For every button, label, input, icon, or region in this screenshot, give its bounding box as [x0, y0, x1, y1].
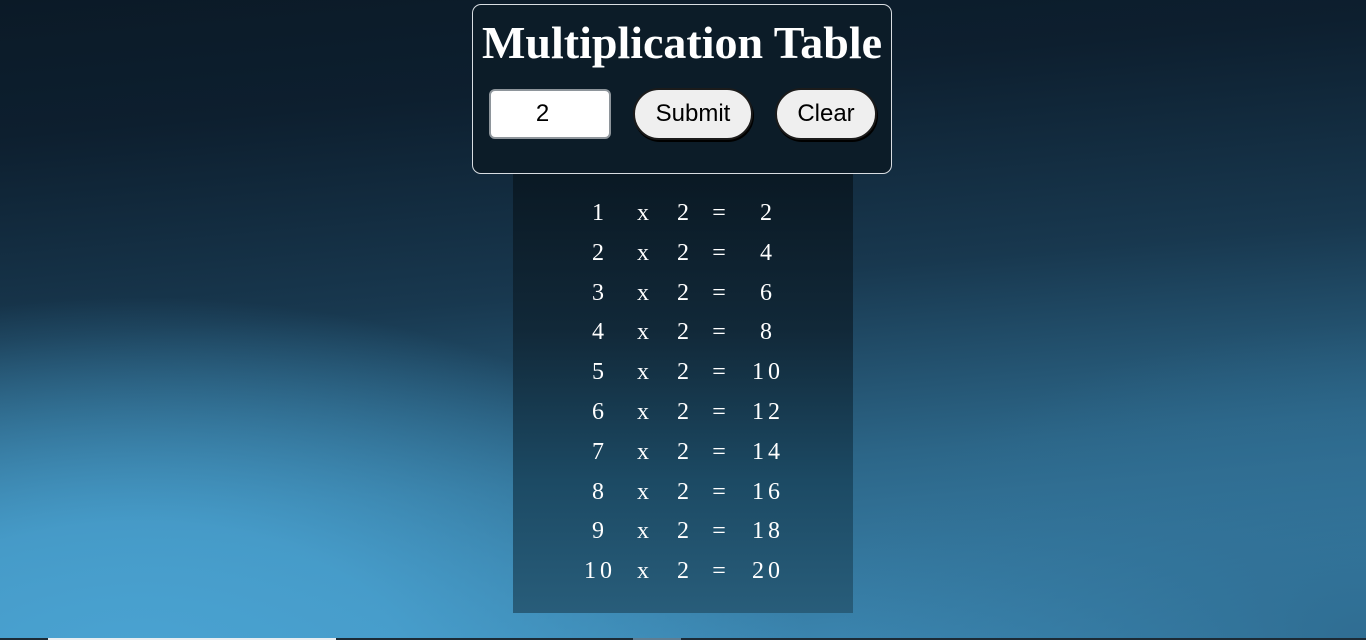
row-result: 4 [760, 239, 776, 266]
row-multiplicand: 3 [592, 279, 608, 306]
row-multiplier: 2 [677, 319, 693, 346]
equals-symbol: = [712, 438, 730, 465]
times-symbol: x [637, 200, 653, 226]
page-title: Multiplication Table [481, 17, 883, 68]
row-result: 18 [752, 518, 784, 545]
row-result: 8 [760, 319, 776, 346]
row-multiplicand: 8 [592, 478, 608, 505]
equals-symbol: = [712, 478, 730, 505]
equals-symbol: = [712, 279, 730, 306]
times-symbol: x [637, 319, 653, 346]
row-multiplicand: 7 [592, 438, 608, 465]
table-row: 7 x 2 = 14 [513, 433, 853, 473]
times-symbol: x [637, 478, 653, 505]
times-symbol: x [637, 398, 653, 425]
row-result: 20 [752, 558, 784, 585]
times-symbol: x [637, 279, 653, 306]
equals-symbol: = [712, 518, 730, 545]
table-row: 10 x 2 = 20 [513, 552, 853, 592]
row-multiplicand: 10 [584, 558, 616, 585]
equals-symbol: = [712, 558, 730, 585]
number-input[interactable] [489, 89, 611, 139]
table-row: 5 x 2 = 10 [513, 353, 853, 393]
times-symbol: x [637, 359, 653, 386]
equals-symbol: = [712, 398, 730, 425]
row-result: 16 [752, 478, 784, 505]
equals-symbol: = [712, 200, 730, 226]
row-multiplier: 2 [677, 359, 693, 386]
table-row: 3 x 2 = 6 [513, 274, 853, 314]
table-row: 9 x 2 = 18 [513, 512, 853, 552]
submit-button[interactable]: Submit [633, 88, 753, 140]
table-row: 8 x 2 = 16 [513, 473, 853, 513]
equals-symbol: = [712, 239, 730, 266]
times-symbol: x [637, 558, 653, 585]
clear-button[interactable]: Clear [775, 88, 877, 140]
row-multiplier: 2 [677, 279, 693, 306]
equals-symbol: = [712, 359, 730, 386]
row-multiplier: 2 [677, 518, 693, 545]
table-row: 4 x 2 = 8 [513, 313, 853, 353]
table-row: 1 x 2 = 2 [513, 194, 853, 234]
row-multiplicand: 1 [592, 200, 608, 226]
times-symbol: x [637, 438, 653, 465]
row-result: 6 [760, 279, 776, 306]
row-multiplier: 2 [677, 200, 693, 226]
table-row: 2 x 2 = 4 [513, 234, 853, 274]
row-multiplicand: 2 [592, 239, 608, 266]
header-panel: Multiplication Table Submit Clear [472, 4, 892, 174]
row-multiplier: 2 [677, 438, 693, 465]
row-result: 10 [752, 359, 784, 386]
times-symbol: x [637, 239, 653, 266]
table-row: 6 x 2 = 12 [513, 393, 853, 433]
multiplication-table: 1 x 2 = 2 2 x 2 = 4 3 x 2 = 6 4 x 2 = 8 [513, 174, 853, 613]
row-multiplicand: 6 [592, 398, 608, 425]
row-multiplicand: 5 [592, 359, 608, 386]
row-multiplicand: 9 [592, 518, 608, 545]
equals-symbol: = [712, 319, 730, 346]
row-result: 14 [752, 438, 784, 465]
row-result: 2 [760, 200, 776, 226]
row-multiplier: 2 [677, 558, 693, 585]
row-multiplier: 2 [677, 478, 693, 505]
row-multiplier: 2 [677, 398, 693, 425]
times-symbol: x [637, 518, 653, 545]
row-multiplier: 2 [677, 239, 693, 266]
table-rows: 1 x 2 = 2 2 x 2 = 4 3 x 2 = 6 4 x 2 = 8 [513, 194, 853, 592]
row-multiplicand: 4 [592, 319, 608, 346]
row-result: 12 [752, 398, 784, 425]
